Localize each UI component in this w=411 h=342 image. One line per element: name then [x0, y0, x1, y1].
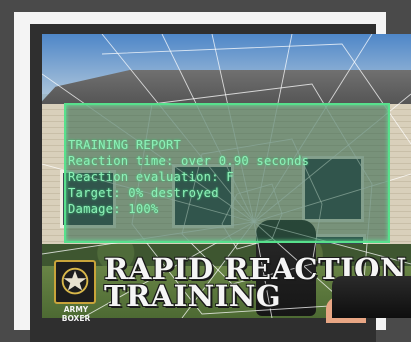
- logo-label: ARMY BOXER: [61, 305, 91, 323]
- target-destroyed-line: Target: 0% destroyed: [68, 186, 219, 200]
- army-star-icon: [54, 260, 96, 304]
- player-gun: [332, 276, 411, 318]
- report-title: TRAINING REPORT: [68, 138, 182, 152]
- reaction-evaluation-line: Reaction evaluation: F: [68, 170, 234, 184]
- reaction-time-line: Reaction time: over 0.90 seconds: [68, 154, 310, 168]
- training-report-panel: TRAINING REPORT Reaction time: over 0.90…: [64, 103, 390, 243]
- damage-line: Damage: 100%: [68, 202, 159, 216]
- training-report-lines: TRAINING REPORT Reaction time: over 0.90…: [68, 137, 309, 217]
